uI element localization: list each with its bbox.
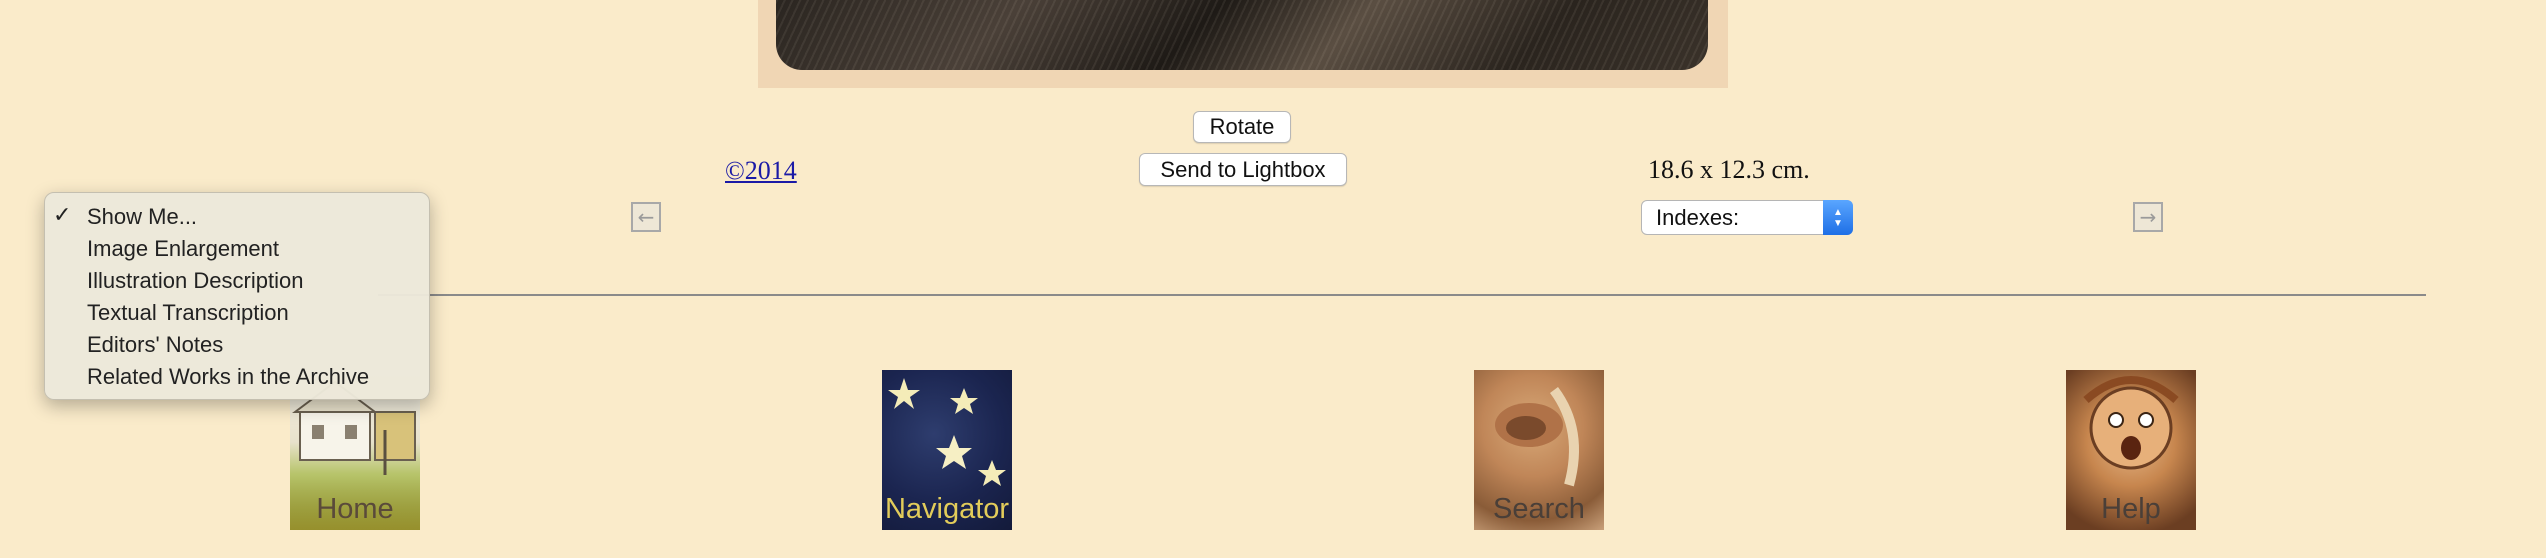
send-to-lightbox-button[interactable]: Send to Lightbox bbox=[1139, 153, 1347, 186]
navigator-label: Navigator bbox=[884, 493, 1010, 525]
checkmark-icon: ✓ bbox=[53, 203, 72, 228]
copyright-link[interactable]: ©2014 bbox=[725, 156, 797, 186]
menu-item-image-enlargement[interactable]: Image Enlargement bbox=[87, 236, 279, 262]
indexes-select-value: Indexes: bbox=[1656, 204, 1740, 230]
previous-button[interactable]: ← bbox=[631, 202, 661, 232]
arrow-right-icon: → bbox=[2139, 205, 2157, 229]
home-label: Home bbox=[316, 493, 394, 525]
search-figure-icon bbox=[1495, 387, 1579, 487]
plate-hatching bbox=[776, 0, 1708, 70]
menu-item-illustration-description[interactable]: Illustration Description bbox=[87, 268, 303, 294]
menu-item-textual-transcription[interactable]: Textual Transcription bbox=[87, 300, 289, 326]
next-button[interactable]: → bbox=[2133, 202, 2163, 232]
rotate-button[interactable]: Rotate bbox=[1193, 111, 1291, 143]
menu-item-show-me[interactable]: Show Me... bbox=[87, 204, 197, 230]
search-label: Search bbox=[1493, 493, 1585, 525]
indexes-select[interactable]: Indexes: ▲ ▼ bbox=[1641, 200, 1853, 235]
help-button[interactable]: Help bbox=[2066, 370, 2196, 530]
help-figure-icon bbox=[2083, 376, 2179, 470]
show-me-menu[interactable]: ✓ Show Me... Image Enlargement Illustrat… bbox=[44, 192, 430, 400]
select-stepper-icon: ▲ ▼ bbox=[1823, 200, 1853, 235]
illustration-image bbox=[758, 0, 1728, 88]
arrow-left-icon: ← bbox=[637, 205, 655, 229]
search-button[interactable]: Search bbox=[1474, 370, 1604, 530]
divider bbox=[378, 294, 2426, 296]
image-dimensions: 18.6 x 12.3 cm. bbox=[1648, 155, 1810, 184]
menu-item-editors-notes[interactable]: Editors' Notes bbox=[87, 332, 223, 358]
navigator-button[interactable]: Navigator bbox=[882, 370, 1012, 530]
help-label: Help bbox=[2101, 493, 2161, 525]
menu-item-related-works[interactable]: Related Works in the Archive bbox=[87, 364, 369, 390]
